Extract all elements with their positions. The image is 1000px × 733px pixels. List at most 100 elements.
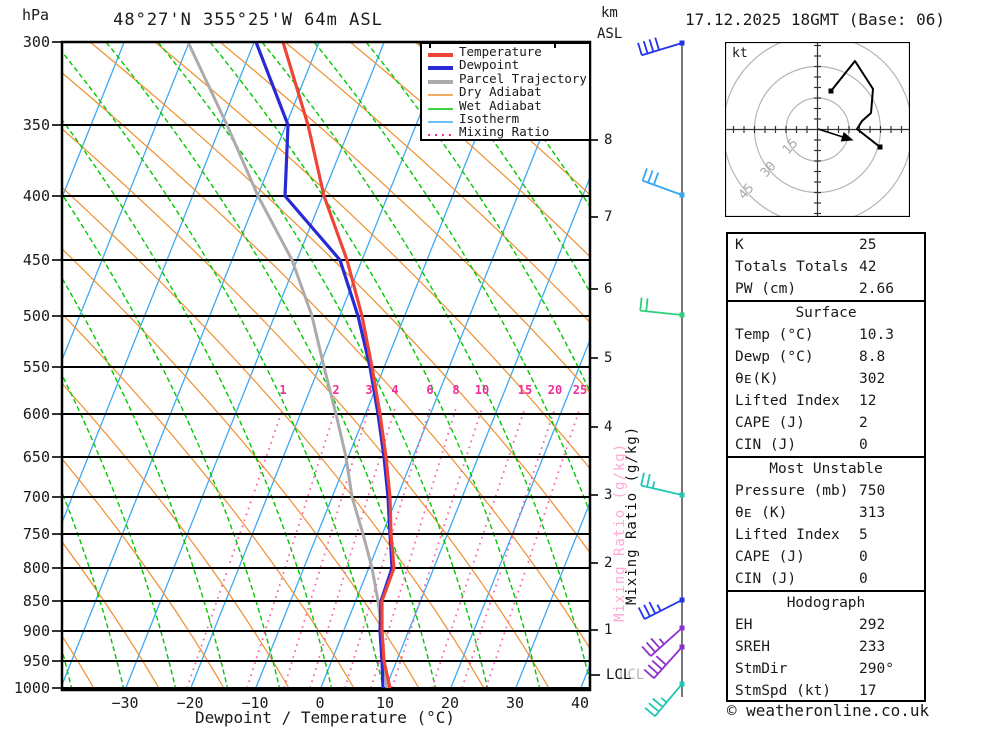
- stats-key: Totals Totals: [735, 259, 849, 275]
- wind-barb-dot: [679, 597, 685, 603]
- stats-section-title: Surface: [795, 305, 857, 321]
- stats-section: Most Unstable Pressure (mb) 750 θᴇ (K) 313 Li…: [726, 456, 926, 592]
- wind-barb-dot: [679, 681, 685, 687]
- legend-swatch-isotherm: [428, 121, 453, 123]
- stats-key: CAPE (J): [735, 549, 805, 565]
- stats-key: SREH: [735, 639, 770, 655]
- pressure-tick-label: 600: [22, 405, 50, 423]
- km-tick-label: 2: [604, 555, 613, 571]
- temp-tick-label: 0: [315, 694, 325, 712]
- mixing-ratio-value-label: 2: [332, 383, 340, 397]
- stats-key: Lifted Index: [735, 527, 840, 543]
- mixing-ratio-value-label: 6: [426, 383, 434, 397]
- legend-swatch-wet-adiabat: [428, 107, 453, 110]
- mixing-ratio-line: [283, 407, 370, 689]
- stats-value: 750: [859, 483, 886, 499]
- stats-section-title: Hodograph: [786, 595, 866, 611]
- stats-row: SREH 233: [728, 636, 924, 658]
- stats-row: θᴇ(K) 302: [728, 368, 924, 390]
- pressure-tick-label: 1000: [13, 679, 50, 697]
- copyright-text: © weatheronline.co.uk: [726, 701, 930, 720]
- wind-barb-dot: [679, 192, 685, 198]
- mixing-ratio-value-label: 8: [452, 383, 460, 397]
- temp-tick-label: −30: [111, 694, 139, 712]
- mixing-ratio-value-label: 3: [365, 383, 373, 397]
- km-tick-label: 1: [604, 622, 613, 638]
- km-tick-label: 3: [604, 487, 613, 503]
- stats-value: 313: [859, 505, 886, 521]
- pressure-tick-label: 900: [22, 622, 50, 640]
- km-tick-label: 8: [604, 132, 613, 148]
- stats-row: Pressure (mb) 750: [728, 480, 924, 502]
- mixing-ratio-value-label: 1: [279, 383, 287, 397]
- stats-row: Lifted Index 5: [728, 524, 924, 546]
- legend-label: Dry Adiabat: [459, 84, 542, 100]
- wind-barb-dot: [679, 644, 685, 650]
- stats-value: 10.3: [859, 327, 894, 343]
- stats-key: PW (cm): [735, 281, 797, 297]
- wind-barb: [641, 168, 685, 198]
- datetime-title: 17.12.2025 18GMT (Base: 06): [684, 10, 946, 29]
- pressure-tick-label: 650: [22, 448, 50, 466]
- stats-value: 42: [859, 259, 877, 275]
- pressure-tick-label: 500: [22, 307, 50, 325]
- stats-value: 0: [859, 549, 868, 565]
- stats-row: CAPE (J) 2: [728, 412, 924, 434]
- pressure-tick-label: 450: [22, 251, 50, 269]
- mixing-ratio-value-label: 4: [391, 383, 399, 397]
- legend-item: Wet Adiabat: [422, 98, 589, 112]
- stats-row: CIN (J) 0: [728, 434, 924, 456]
- wind-barb: [644, 681, 685, 717]
- pressure-tick-label: 300: [22, 33, 50, 51]
- stats-key: θᴇ (K): [735, 505, 788, 521]
- stats-value: 17: [859, 683, 877, 699]
- legend-swatch-temperature: [428, 53, 453, 57]
- temp-tick-label: −10: [241, 694, 269, 712]
- wind-barb: [643, 644, 685, 679]
- mixing-ratio-value-label: 15: [517, 383, 533, 397]
- top-edge-tick: [554, 42, 556, 48]
- mixing-ratio-value-label: 25: [572, 383, 588, 397]
- stats-value: 233: [859, 639, 886, 655]
- pressure-tick-label: 350: [22, 116, 50, 134]
- top-edge-tick: [429, 42, 431, 48]
- wind-barb-dot: [679, 312, 685, 318]
- pressure-unit-label: hPa: [22, 6, 50, 24]
- temp-tick-label: −20: [176, 694, 204, 712]
- stats-value: 2: [859, 415, 868, 431]
- legend-swatch-dry-adiabat: [428, 94, 453, 96]
- hodograph-trace-dot: [877, 144, 883, 150]
- stats-row: EH 292: [728, 614, 924, 636]
- wind-barb: [637, 597, 685, 620]
- mixing-ratio-value-label: 10: [474, 383, 490, 397]
- stats-key: StmDir: [735, 661, 788, 677]
- stats-key: θᴇ(K): [735, 371, 779, 387]
- pressure-tick-label: 950: [22, 652, 50, 670]
- wet-adiabat-line: [938, 42, 1000, 690]
- altitude-unit2-label: ASL: [597, 26, 623, 42]
- temp-tick-label: 20: [440, 694, 460, 712]
- legend-swatch-parcel-trajectory: [428, 79, 453, 84]
- stats-key: EH: [735, 617, 753, 633]
- pressure-tick-label: 700: [22, 488, 50, 506]
- wind-barb-dot: [679, 492, 685, 498]
- wind-barb: [640, 472, 685, 498]
- mixing-ratio-line: [246, 407, 337, 689]
- stats-section: Hodograph EH 292 SREH 233 StmDir 290° StmSpd (k…: [726, 590, 926, 702]
- stats-section: Surface Temp (°C) 10.3 Dewp (°C) 8.8 θᴇ(K) 302…: [726, 300, 926, 458]
- stats-key: Temp (°C): [735, 327, 814, 343]
- pressure-tick-label: 750: [22, 525, 50, 543]
- wind-barb-dot: [679, 40, 685, 46]
- stats-row: Lifted Index 12: [728, 390, 924, 412]
- stats-value: 292: [859, 617, 886, 633]
- hodograph-trace-dot: [828, 88, 834, 94]
- legend-label: Temperature: [459, 44, 542, 59]
- stats-row: θᴇ (K) 313: [728, 502, 924, 524]
- pressure-tick-label: 400: [22, 187, 50, 205]
- stats-key: CIN (J): [735, 437, 797, 453]
- stats-row: CAPE (J) 0: [728, 546, 924, 568]
- legend-item: Mixing Ratio: [422, 125, 589, 139]
- stats-row: Temp (°C) 10.3: [728, 324, 924, 346]
- legend-label: Parcel Trajectory: [459, 70, 587, 86]
- temp-tick-label: 10: [375, 694, 395, 712]
